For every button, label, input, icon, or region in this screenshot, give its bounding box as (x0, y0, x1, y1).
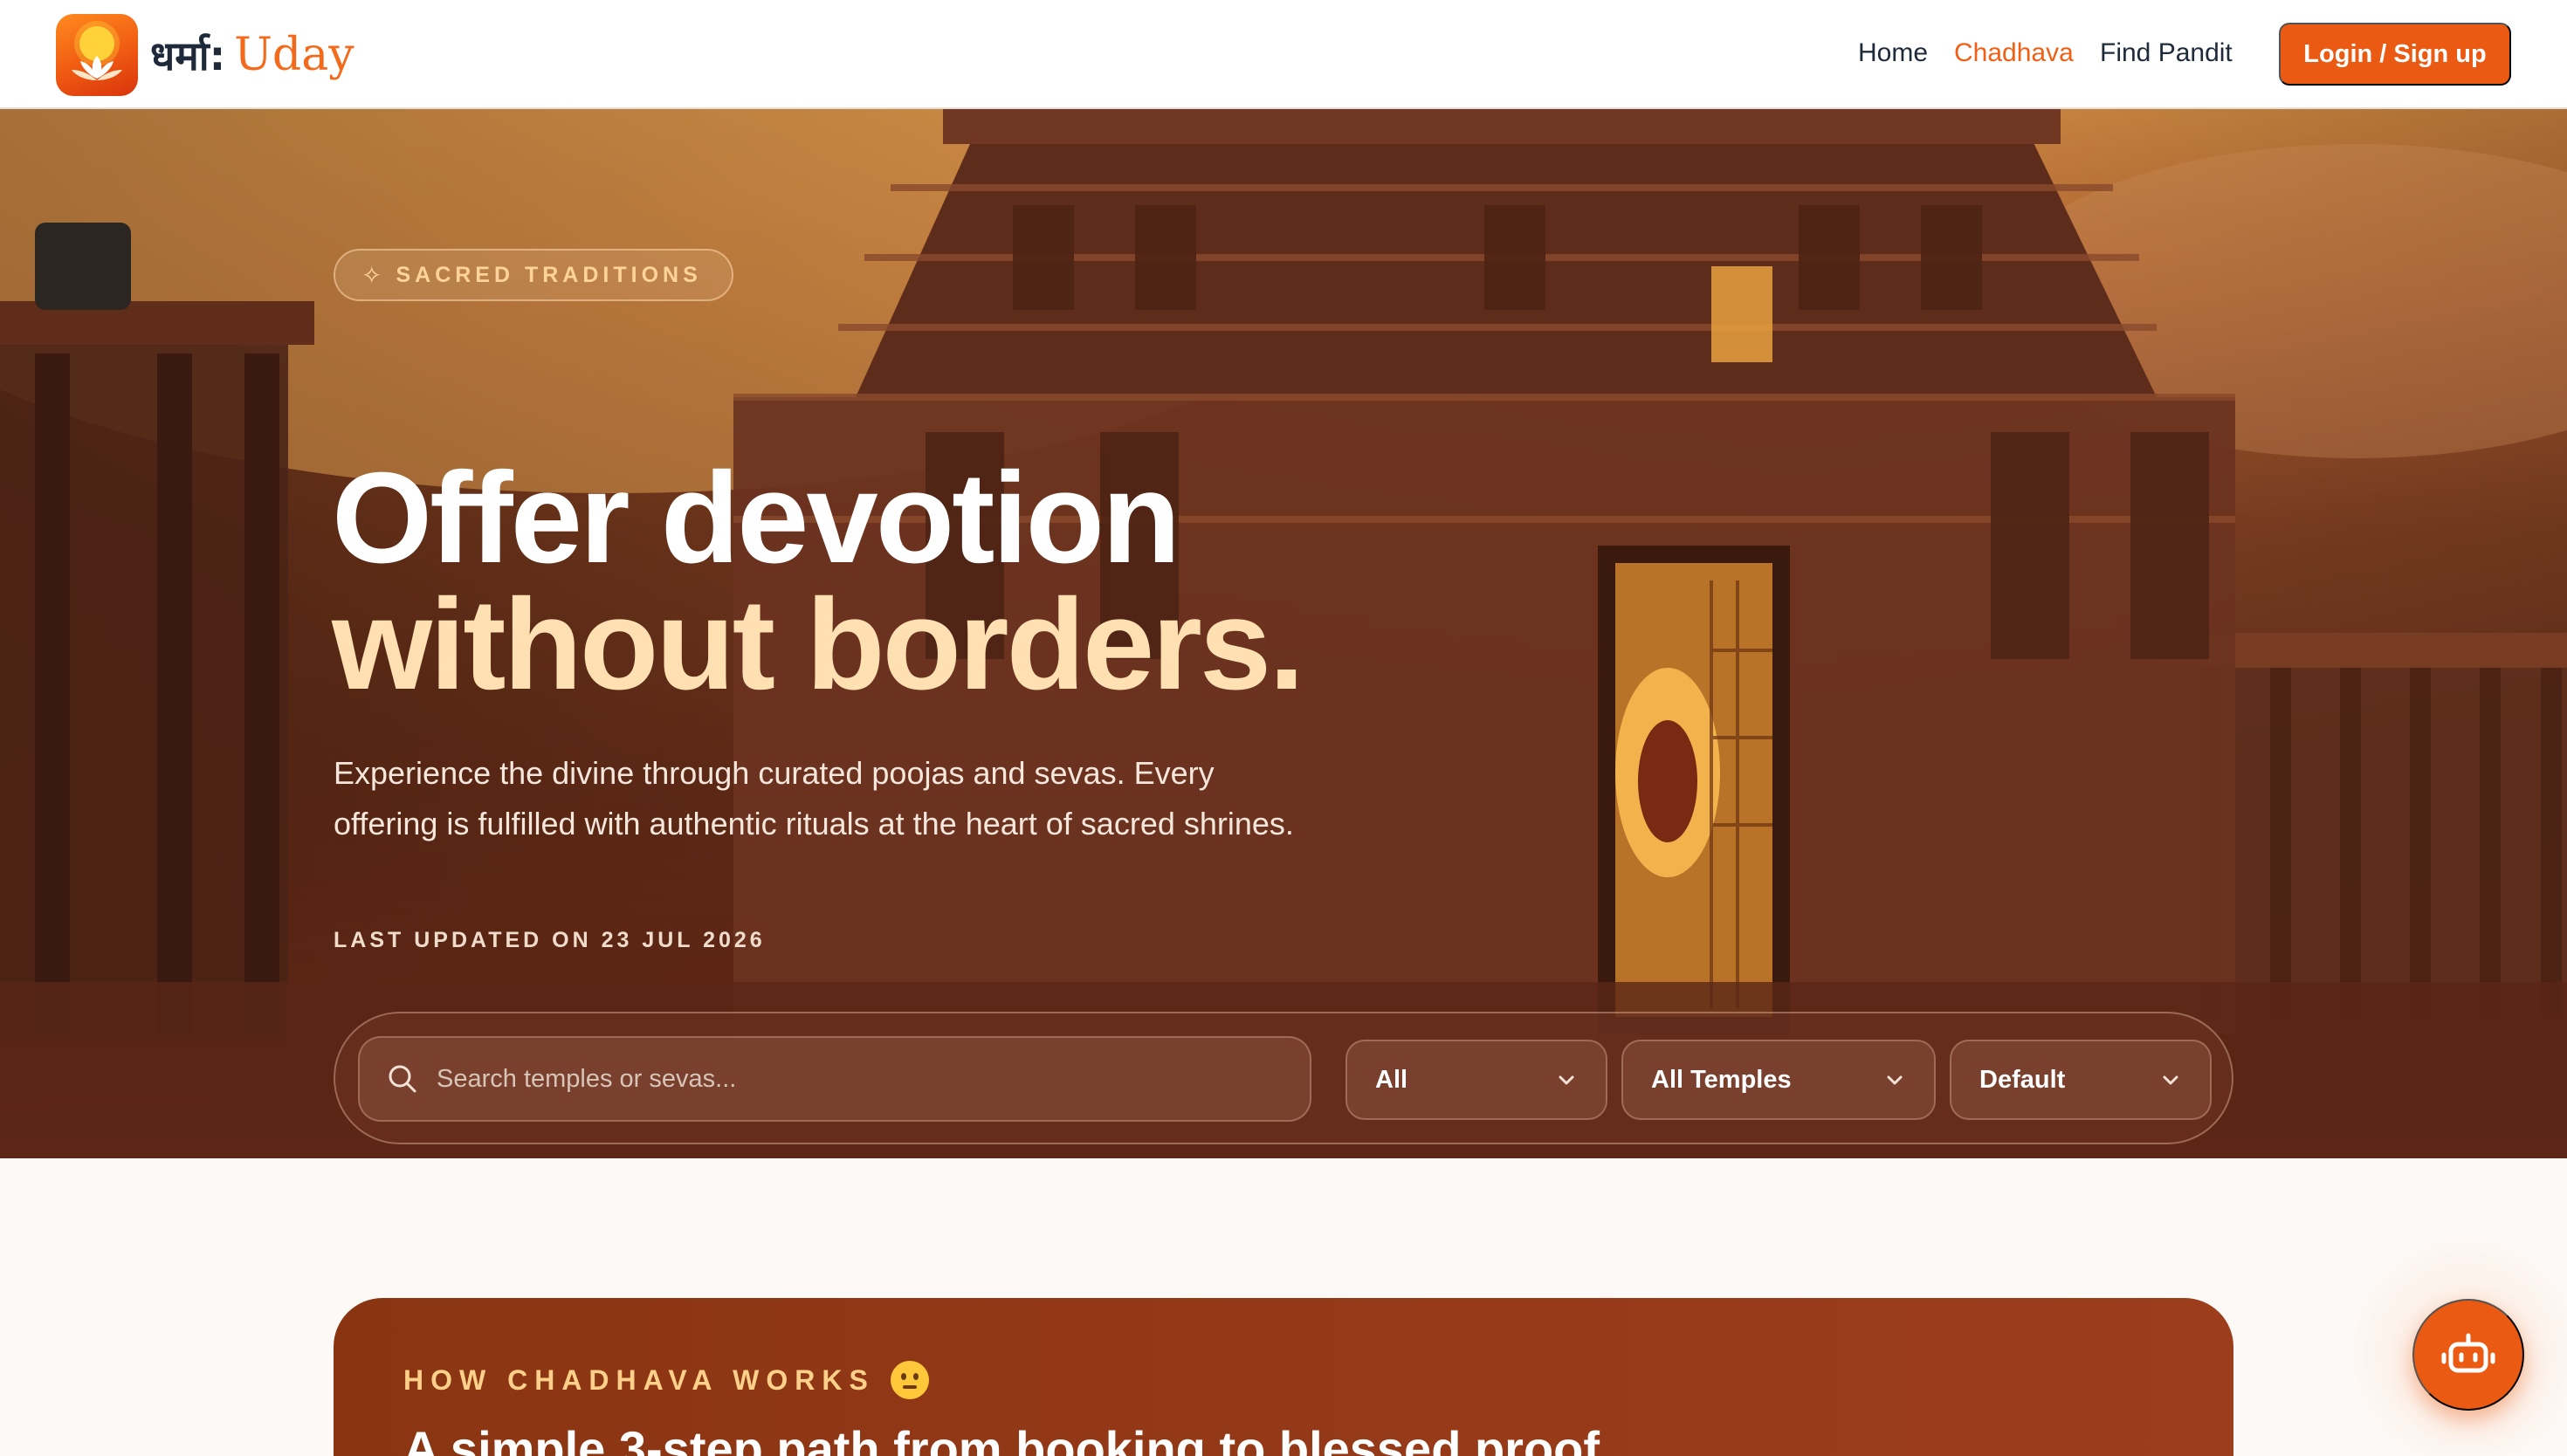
brand-name-hindi: धर्मा: (150, 32, 226, 79)
chatbot-button[interactable] (2412, 1299, 2524, 1411)
sacred-traditions-badge: ✧ SACRED TRADITIONS (334, 249, 733, 301)
hero-subtitle: Experience the divine through curated po… (334, 755, 1294, 841)
chevron-down-icon (1559, 1075, 1574, 1085)
search-icon (389, 1065, 416, 1093)
navbar: धर्मा: Uday Home Chadhava Find Pandit Lo… (0, 0, 2567, 109)
chevron-down-icon (1887, 1075, 1903, 1085)
how-chadhava-works-card: HOW CHADHAVA WORKS A simple 3-step path … (334, 1298, 2233, 1456)
thinking-face-icon (890, 1361, 929, 1399)
filter-bar: All All Temples Default (334, 1012, 2233, 1144)
robot-icon (2441, 1333, 2495, 1373)
hero-section: ✧ SACRED TRADITIONS Offer devotion witho… (0, 109, 2567, 1158)
nav-home[interactable]: Home (1858, 38, 1928, 68)
hero-title-line1: Offer devotion (332, 446, 1180, 590)
nav-chadhava[interactable]: Chadhava (1954, 38, 2074, 68)
chevron-down-icon (2163, 1075, 2178, 1085)
brand-logo[interactable]: धर्मा: Uday (56, 14, 354, 96)
temple-select[interactable]: All Temples (1621, 1040, 1936, 1120)
hero-title-line2: without borders. (332, 573, 1304, 717)
brand-name-english: Uday (234, 29, 354, 81)
login-signup-button[interactable]: Login / Sign up (2279, 23, 2511, 86)
search-box[interactable] (358, 1036, 1311, 1122)
lotus-sun-logo-icon (56, 14, 138, 96)
nav-find-pandit[interactable]: Find Pandit (2100, 38, 2233, 68)
sort-select[interactable]: Default (1950, 1040, 2212, 1120)
category-select[interactable]: All (1345, 1040, 1607, 1120)
how-it-works-title: A simple 3-step path from booking to ble… (403, 1421, 1600, 1456)
search-input[interactable] (437, 1064, 1222, 1094)
last-updated-text: LAST UPDATED ON 23 JUL 2026 (334, 928, 766, 952)
sparkle-icon: ✧ (361, 261, 382, 289)
how-it-works-label: HOW CHADHAVA WORKS (403, 1361, 929, 1399)
